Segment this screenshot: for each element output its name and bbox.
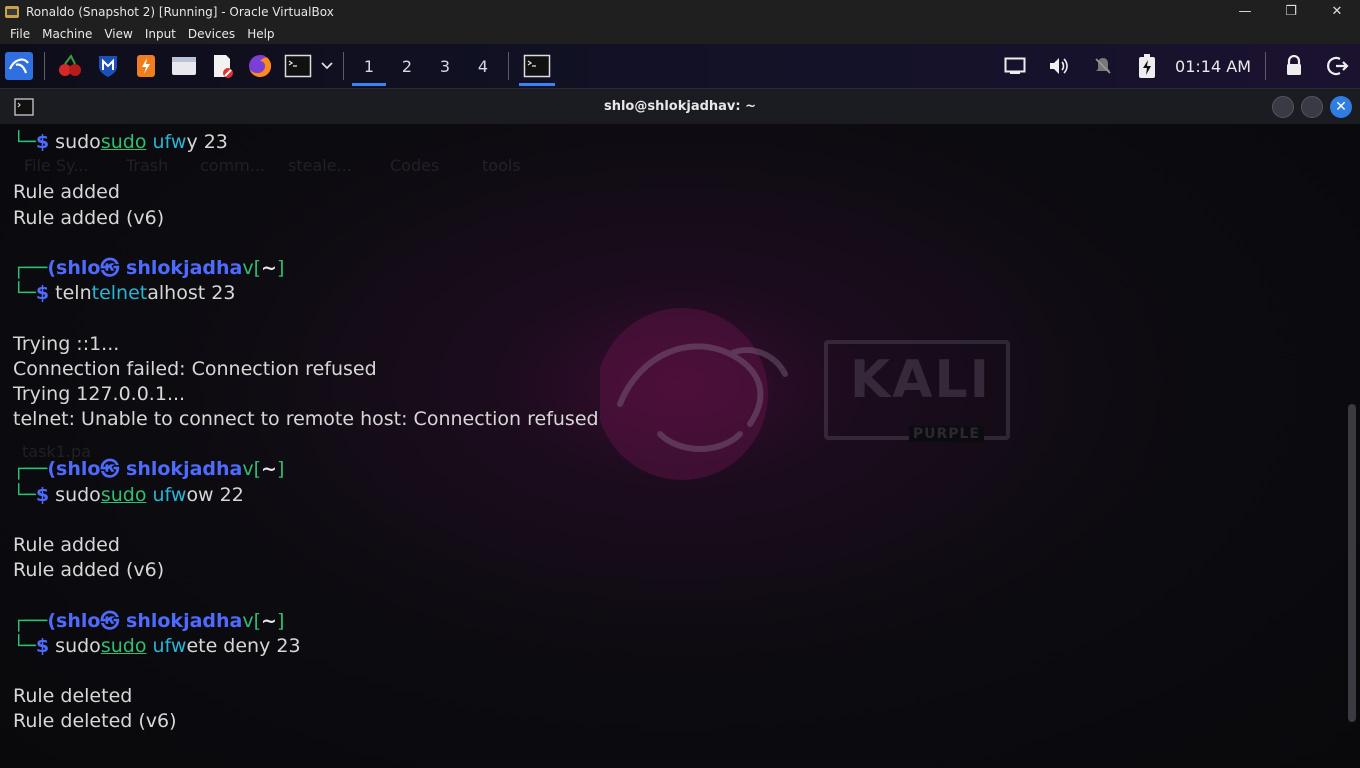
- output-line: Rule added (v6): [13, 559, 165, 582]
- volume-icon[interactable]: [1039, 49, 1079, 83]
- workspace-3[interactable]: 3: [426, 44, 464, 88]
- cherrytree-icon[interactable]: [53, 49, 87, 83]
- vbox-menubar: File Machine View Input Devices Help: [0, 23, 1360, 44]
- output-line: Connection failed: Connection refused: [13, 357, 377, 380]
- terminal-maximize-button[interactable]: [1301, 96, 1323, 118]
- panel-separator: [508, 52, 509, 80]
- output-line: Rule deleted: [13, 685, 133, 708]
- workspace-1[interactable]: 1: [350, 44, 388, 88]
- output-line: Trying ::1...: [13, 332, 120, 355]
- terminal-body[interactable]: File Sy... Trash comm... steale... Codes…: [0, 124, 1360, 768]
- command-line: └─$ sudosudo ufwow 22: [13, 483, 244, 506]
- lock-icon[interactable]: [1274, 49, 1314, 83]
- output-line: Rule added: [13, 181, 120, 204]
- panel-separator: [1265, 52, 1266, 80]
- terminal-scrollbar[interactable]: [1348, 404, 1356, 722]
- output-line: telnet: Unable to connect to remote host…: [13, 408, 599, 431]
- command-line: └─$ sudosudo ufwete deny 23: [13, 634, 301, 657]
- network-icon[interactable]: [995, 49, 1035, 83]
- malcolm-icon[interactable]: [91, 49, 125, 83]
- logout-icon[interactable]: [1318, 49, 1358, 83]
- text-editor-icon[interactable]: [205, 49, 239, 83]
- terminal-title: shlo@shlokjadhav: ~: [603, 99, 757, 114]
- maximize-button[interactable]: ❐: [1268, 0, 1314, 23]
- prompt-line: ┌──(shlo㉿ shlokjadhav[~]: [13, 256, 285, 279]
- minimize-button[interactable]: —: [1222, 0, 1268, 23]
- menu-file[interactable]: File: [4, 27, 36, 41]
- command-line: └─$ sudosudo ufwy 23: [13, 131, 228, 153]
- system-tray: 01:14 AM: [993, 44, 1360, 88]
- output-line: Rule added (v6): [13, 206, 165, 229]
- terminal-close-button[interactable]: ✕: [1330, 96, 1352, 118]
- panel-separator: [44, 52, 45, 80]
- terminal-icon: [14, 98, 34, 116]
- window-title: Ronaldo (Snapshot 2) [Running] - Oracle …: [26, 4, 334, 19]
- output-line: Trying 127.0.0.1...: [13, 382, 186, 405]
- burp-suite-icon[interactable]: [129, 49, 163, 83]
- workspace-2[interactable]: 2: [388, 44, 426, 88]
- output-line: Rule deleted (v6): [13, 710, 177, 733]
- chevron-down-icon[interactable]: [319, 49, 335, 83]
- close-button[interactable]: ✕: [1314, 0, 1360, 23]
- kali-top-panel: 1 2 3 4 01:14 AM: [0, 44, 1360, 88]
- menu-machine[interactable]: Machine: [36, 27, 98, 41]
- prompt-line: ┌──(shlo㉿ shlokjadhav[~]: [13, 609, 285, 632]
- workspace-4[interactable]: 4: [464, 44, 502, 88]
- menu-input[interactable]: Input: [139, 27, 182, 41]
- menu-devices[interactable]: Devices: [182, 27, 241, 41]
- command-line: └─$ telntelnetalhost 23: [13, 282, 236, 305]
- terminal-minimize-button[interactable]: [1272, 96, 1294, 118]
- file-manager-icon[interactable]: [167, 49, 201, 83]
- panel-separator: [343, 52, 344, 80]
- menu-view[interactable]: View: [98, 27, 138, 41]
- terminal-output: └─$ sudosudo ufwy 23 Rule added Rule add…: [13, 130, 1333, 735]
- battery-charging-icon[interactable]: [1127, 49, 1167, 83]
- firefox-icon[interactable]: [243, 49, 277, 83]
- vbox-titlebar: Ronaldo (Snapshot 2) [Running] - Oracle …: [0, 0, 1360, 23]
- taskbar-terminal-window[interactable]: [515, 44, 559, 88]
- terminal-launcher-icon[interactable]: [281, 49, 315, 83]
- panel-clock[interactable]: 01:14 AM: [1175, 57, 1251, 76]
- virtualbox-app-icon: [5, 5, 19, 18]
- terminal-titlebar: shlo@shlokjadhav: ~ ✕: [0, 88, 1360, 124]
- notifications-muted-icon[interactable]: [1083, 49, 1123, 83]
- menu-help[interactable]: Help: [241, 27, 280, 41]
- prompt-line: ┌──(shlo㉿ shlokjadhav[~]: [13, 458, 285, 481]
- kali-menu-icon[interactable]: [2, 49, 36, 83]
- output-line: Rule added: [13, 534, 120, 556]
